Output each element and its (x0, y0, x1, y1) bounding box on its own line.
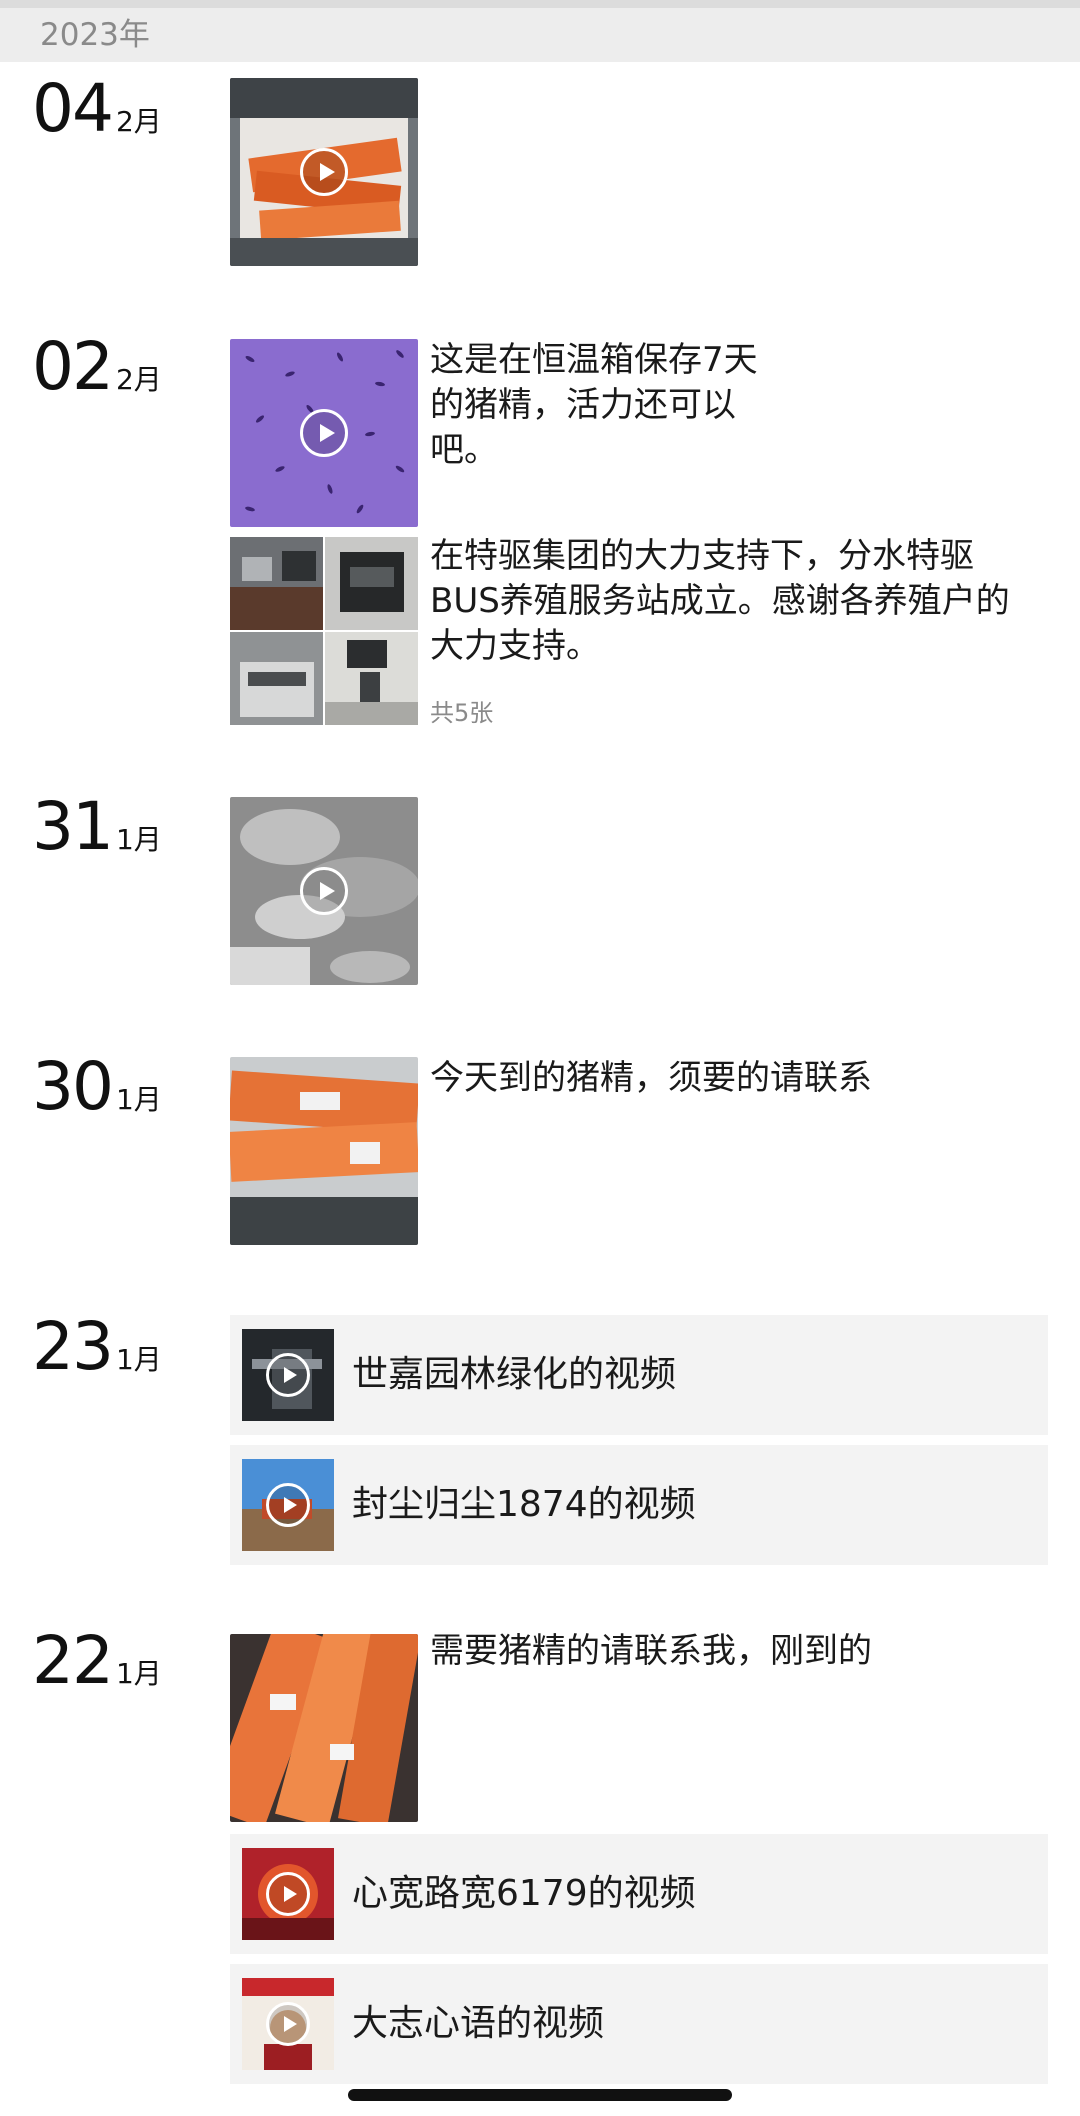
link-title: 封尘归尘1874的视频 (352, 1484, 696, 1525)
entry-date: 04 2月 (32, 76, 162, 142)
post-caption[interactable]: 需要猪精的请联系我，刚到的 (430, 1629, 1030, 1674)
play-icon (300, 409, 348, 457)
post-caption[interactable]: 在特驱集团的大力支持下，分水特驱BUS养殖服务站成立。感谢各养殖户的大力支持。 (430, 534, 1030, 669)
play-icon (300, 148, 348, 196)
post-caption[interactable]: 这是在恒温箱保存7天的猪精，活力还可以吧。 (430, 338, 790, 473)
home-indicator[interactable] (348, 2089, 732, 2101)
link-title: 心宽路宽6179的视频 (352, 1873, 696, 1914)
entry-month: 1月 (115, 1343, 162, 1376)
photo-thumbnail[interactable] (230, 1057, 418, 1245)
post-caption[interactable]: 今天到的猪精，须要的请联系 (430, 1056, 1030, 1101)
entry-day: 23 (32, 1308, 114, 1385)
entry-date: 31 1月 (32, 794, 162, 860)
entry-day: 30 (32, 1048, 114, 1125)
entry-month: 1月 (115, 823, 162, 856)
thumbnail-image (230, 1634, 418, 1822)
entry-month: 1月 (115, 1657, 162, 1690)
link-title: 世嘉园林绿化的视频 (352, 1354, 677, 1395)
photo-count: 共5张 (430, 699, 494, 727)
link-thumbnail (242, 1978, 334, 2070)
video-thumbnail[interactable] (230, 339, 418, 527)
entry-month: 2月 (115, 105, 162, 138)
entry-day: 31 (32, 788, 114, 865)
grid-photo (325, 632, 418, 725)
shared-video-card[interactable]: 心宽路宽6179的视频 (230, 1834, 1048, 1954)
top-divider (0, 0, 1080, 8)
link-thumbnail (242, 1459, 334, 1551)
play-icon (266, 2002, 310, 2046)
grid-photo (230, 537, 323, 630)
link-thumbnail (242, 1329, 334, 1421)
entry-day: 04 (32, 70, 114, 147)
shared-video-card[interactable]: 大志心语的视频 (230, 1964, 1048, 2084)
entry-date: 02 2月 (32, 334, 162, 400)
video-thumbnail[interactable] (230, 797, 418, 985)
link-thumbnail (242, 1848, 334, 1940)
play-icon (266, 1872, 310, 1916)
entry-month: 1月 (115, 1083, 162, 1116)
entry-day: 02 (32, 328, 114, 405)
entry-date: 22 1月 (32, 1628, 162, 1694)
grid-photo (230, 632, 323, 725)
play-icon (266, 1483, 310, 1527)
play-icon (266, 1353, 310, 1397)
shared-video-card[interactable]: 世嘉园林绿化的视频 (230, 1315, 1048, 1435)
grid-photo (325, 537, 418, 630)
photo-grid[interactable] (230, 537, 418, 725)
video-thumbnail[interactable] (230, 78, 418, 266)
entry-date: 30 1月 (32, 1054, 162, 1120)
entry-date: 23 1月 (32, 1314, 162, 1380)
year-header: 2023年 (0, 8, 1080, 62)
play-icon (300, 867, 348, 915)
entry-day: 22 (32, 1622, 114, 1699)
shared-video-card[interactable]: 封尘归尘1874的视频 (230, 1445, 1048, 1565)
entry-month: 2月 (115, 363, 162, 396)
photo-thumbnail[interactable] (230, 1634, 418, 1822)
thumbnail-image (230, 1057, 418, 1245)
link-title: 大志心语的视频 (352, 2003, 605, 2044)
